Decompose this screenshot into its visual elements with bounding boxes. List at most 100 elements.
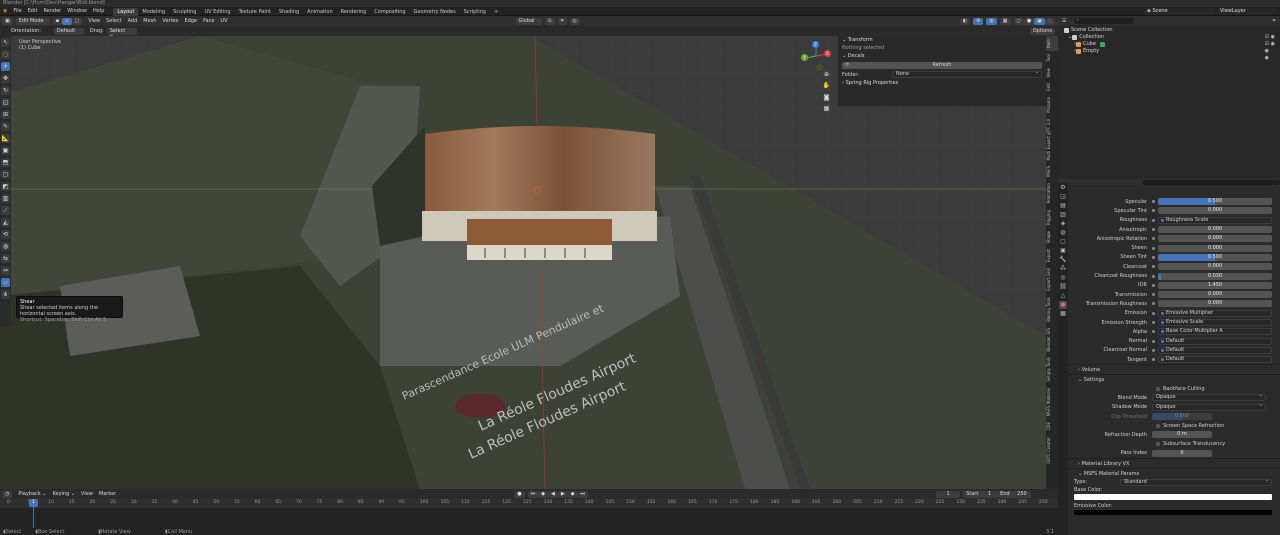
property-socket-link[interactable]: Roughness Scale bbox=[1158, 216, 1272, 224]
move-tool-icon[interactable]: ✥ bbox=[1, 74, 10, 83]
playhead[interactable]: 1 bbox=[29, 499, 38, 507]
tab-multi-export[interactable]: Multi Export glTF 2.0 bbox=[1046, 116, 1058, 163]
property-slider[interactable]: 0.000 bbox=[1158, 235, 1272, 243]
workspace-tab-geometry-nodes[interactable]: Geometry Nodes bbox=[410, 8, 460, 16]
property-slider[interactable]: 0.500 bbox=[1158, 198, 1272, 206]
next-keyframe-button[interactable]: ◆ bbox=[567, 490, 578, 498]
shadow-mode-dropdown[interactable]: Opaque bbox=[1152, 403, 1266, 411]
workspace-tab-compositing[interactable]: Compositing bbox=[370, 8, 409, 16]
eye-icon[interactable]: ◉ bbox=[1265, 48, 1275, 55]
world-properties-icon[interactable]: ◍ bbox=[1059, 229, 1067, 237]
property-socket-link[interactable]: Default bbox=[1158, 356, 1272, 364]
property-slider[interactable]: 0.000 bbox=[1158, 226, 1272, 234]
visibility-button[interactable]: ◐ bbox=[959, 17, 971, 25]
property-slider[interactable]: 0.000 bbox=[1158, 263, 1272, 271]
ortho-toggle-icon[interactable]: ▦ bbox=[822, 104, 831, 113]
volume-section-header[interactable]: › Volume bbox=[1068, 364, 1280, 374]
collection-properties-icon[interactable]: ▢ bbox=[1059, 238, 1067, 246]
current-frame-field[interactable]: 1 bbox=[936, 490, 961, 498]
workspace-tab-rendering[interactable]: Rendering bbox=[337, 8, 371, 16]
timeline-editor-type-button[interactable]: ◷ bbox=[2, 490, 13, 498]
tab-edit[interactable]: Edit bbox=[1046, 80, 1058, 94]
edge-slide-tool-icon[interactable]: ⇆ bbox=[1, 254, 10, 263]
view-layer-icon[interactable]: ▥ bbox=[1059, 211, 1067, 219]
tab-mixamo[interactable]: Mixamo bbox=[1046, 94, 1058, 116]
data-properties-icon[interactable]: △ bbox=[1059, 292, 1067, 300]
tab-export[interactable]: Export bbox=[1046, 246, 1058, 265]
socket-dot-icon[interactable] bbox=[1152, 200, 1155, 204]
filter-icon[interactable]: ⏷ bbox=[1272, 18, 1276, 24]
shrink-fatten-tool-icon[interactable]: ⇔ bbox=[1, 266, 10, 275]
outliner-row-empty[interactable]: › Empty bbox=[1064, 48, 1280, 55]
start-frame-field[interactable]: Start 1 bbox=[963, 490, 998, 498]
render-properties-icon[interactable]: ◲ bbox=[1059, 193, 1067, 201]
jump-end-button[interactable]: ⏭ bbox=[577, 490, 589, 498]
tab-ortc-creator[interactable]: ORTC Creator bbox=[1046, 434, 1058, 467]
blender-logo-icon[interactable]: ◉ bbox=[0, 7, 10, 16]
gizmo-y-axis[interactable]: Y bbox=[801, 54, 808, 61]
shading-material-button[interactable]: ◕ bbox=[1034, 17, 1045, 25]
socket-dot-icon[interactable] bbox=[1152, 237, 1155, 241]
add-cube-tool-icon[interactable]: ▣ bbox=[1, 146, 10, 155]
extrude-tool-icon[interactable]: ⬒ bbox=[1, 158, 10, 167]
property-socket-link[interactable]: Default bbox=[1158, 346, 1272, 354]
play-reverse-button[interactable]: ◀ bbox=[547, 490, 558, 498]
navigation-gizmo[interactable]: Z X Y bbox=[800, 41, 832, 71]
modifier-properties-icon[interactable]: 🔧 bbox=[1059, 256, 1067, 264]
tab-rigging[interactable]: Rigging bbox=[1046, 207, 1058, 228]
tab-cde[interactable]: CDE bbox=[1046, 419, 1058, 433]
property-socket-link[interactable]: Base Color Multiplier A bbox=[1158, 328, 1272, 336]
checkbox-icon[interactable]: ☑ ◉ bbox=[1265, 34, 1275, 41]
annotate-tool-icon[interactable]: ✎ bbox=[1, 122, 10, 131]
play-button[interactable]: ▶ bbox=[557, 490, 568, 498]
socket-dot-icon[interactable] bbox=[1152, 255, 1155, 259]
transform-tool-icon[interactable]: ⊞ bbox=[1, 110, 10, 119]
workspace-tab-sculpting[interactable]: Sculpting bbox=[169, 8, 200, 16]
socket-dot-icon[interactable] bbox=[1152, 302, 1155, 306]
socket-dot-icon[interactable] bbox=[1152, 218, 1155, 222]
shading-solid-button[interactable]: ● bbox=[1023, 17, 1035, 25]
orientation-dropdown[interactable]: Default bbox=[53, 27, 84, 35]
transform-orientation-dropdown[interactable]: Global bbox=[515, 17, 542, 25]
material-type-dropdown[interactable]: Standard bbox=[1120, 478, 1272, 486]
texture-properties-icon[interactable]: ▦ bbox=[1059, 310, 1067, 318]
tab-tool[interactable]: Tool bbox=[1046, 51, 1058, 65]
shading-wireframe-button[interactable]: ○ bbox=[1013, 17, 1024, 25]
eye-icon[interactable]: ◉ bbox=[1265, 55, 1275, 62]
menu-vertex[interactable]: Vertex bbox=[159, 18, 181, 25]
proportional-edit-button[interactable]: ◎ bbox=[569, 17, 580, 25]
material-library-section-header[interactable]: › Material Library VX bbox=[1068, 457, 1280, 468]
zoom-icon[interactable]: ⊕ bbox=[822, 70, 831, 79]
menu-window[interactable]: Window bbox=[64, 7, 90, 16]
socket-dot-icon[interactable] bbox=[1152, 348, 1155, 352]
auto-keying-button[interactable]: ● bbox=[514, 490, 525, 498]
socket-dot-icon[interactable] bbox=[1152, 321, 1155, 324]
menu-edge[interactable]: Edge bbox=[182, 18, 201, 25]
socket-dot-icon[interactable] bbox=[1152, 358, 1155, 362]
overlay-toggle-button[interactable]: ◍ bbox=[986, 17, 997, 25]
property-slider[interactable]: 0.030 bbox=[1158, 272, 1272, 280]
snap-button[interactable]: ⌗ bbox=[557, 17, 567, 25]
shading-rendered-button[interactable]: ◌ bbox=[1044, 17, 1055, 25]
select-circle-icon[interactable]: ◌ bbox=[1, 50, 10, 59]
workspace-tab-uv-editing[interactable]: UV Editing bbox=[200, 8, 234, 16]
socket-dot-icon[interactable] bbox=[1152, 311, 1155, 315]
gizmo-toggle-button[interactable]: ✣ bbox=[973, 17, 984, 25]
view-layer-selector[interactable]: ViewLayer bbox=[1217, 7, 1277, 15]
material-properties-icon[interactable]: ● bbox=[1059, 301, 1067, 309]
timeline-menu-playback[interactable]: Playback ⌄ bbox=[15, 491, 49, 498]
timeline-ruler[interactable]: 0510152025303540455055606570758085909510… bbox=[0, 499, 1058, 508]
scene-selector[interactable]: ◈ Scene bbox=[1144, 7, 1214, 15]
spring-rig-panel-header[interactable]: › Spring Rig Properties bbox=[838, 79, 1046, 88]
gizmo-neg-y-axis[interactable] bbox=[816, 64, 823, 71]
particles-icon[interactable]: ⁂ bbox=[1059, 265, 1067, 273]
workspace-tab-scripting[interactable]: Scripting bbox=[460, 8, 490, 16]
tab-msfs-material[interactable]: MSFS Material bbox=[1046, 385, 1058, 419]
socket-dot-icon[interactable] bbox=[1152, 293, 1155, 297]
socket-dot-icon[interactable] bbox=[1152, 246, 1155, 250]
tweak-tool-icon[interactable]: ↖ bbox=[1, 38, 10, 47]
emissive-color-swatch[interactable] bbox=[1074, 509, 1272, 515]
timeline-menu-view[interactable]: View bbox=[78, 491, 96, 498]
options-dropdown[interactable]: Options bbox=[1029, 27, 1055, 35]
socket-dot-icon[interactable] bbox=[1152, 283, 1155, 287]
